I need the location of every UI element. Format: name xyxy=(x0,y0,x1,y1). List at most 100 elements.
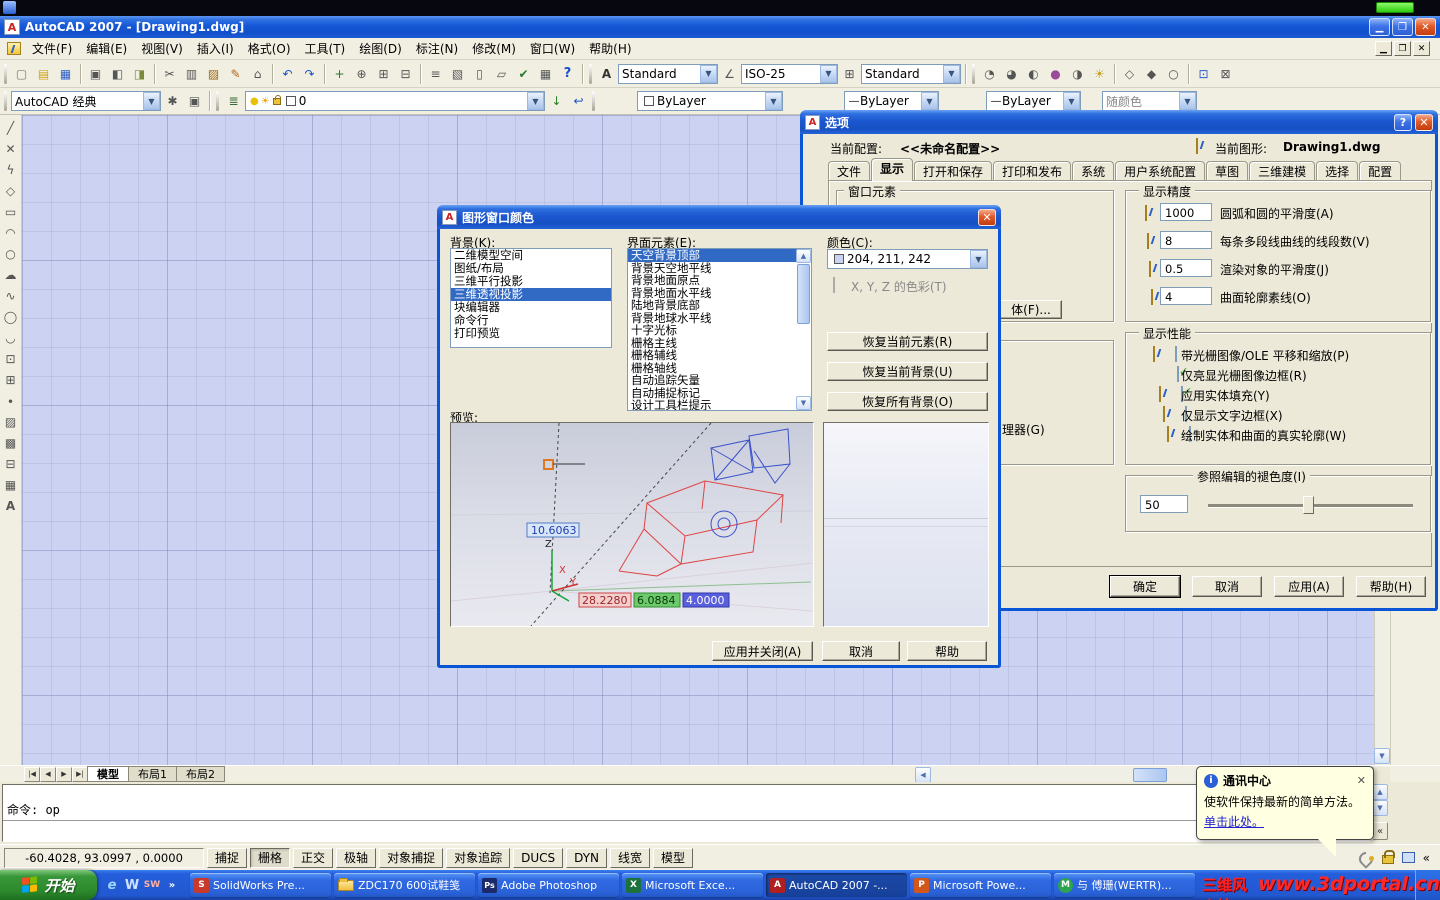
chevron-down-icon[interactable]: ▼ xyxy=(1179,92,1196,110)
status-collapse-icon[interactable]: « xyxy=(1423,851,1430,865)
colors-cancel-button[interactable]: 取消 xyxy=(822,641,900,661)
quick-calc-icon[interactable]: ▦ xyxy=(535,63,556,84)
gradient-icon[interactable]: ▩ xyxy=(1,432,21,453)
ie-quick-launch-icon[interactable]: e xyxy=(103,876,121,894)
color-value-combo[interactable]: 204, 211, 242 ▼ xyxy=(827,249,988,269)
materials-icon[interactable]: ◇ xyxy=(1119,63,1140,84)
tab-profiles[interactable]: 配置 xyxy=(1359,161,1402,181)
motion-path-icon[interactable]: ○ xyxy=(1163,63,1184,84)
command-scroll-up-icon[interactable]: ▲ xyxy=(1372,784,1388,800)
plot-preview-icon[interactable]: ◧ xyxy=(107,63,128,84)
mdi-close-button[interactable]: ✕ xyxy=(1413,41,1430,56)
restore-context-button[interactable]: 恢复当前背景(U) xyxy=(827,362,988,381)
chevron-down-icon[interactable]: ▼ xyxy=(970,250,987,268)
tab-3d-modeling[interactable]: 三维建模 xyxy=(1249,161,1316,181)
scroll-down-icon[interactable]: ▼ xyxy=(1374,748,1390,764)
restore-button[interactable]: ❐ xyxy=(1392,18,1413,36)
rendered-smoothness-input[interactable]: 0.5 xyxy=(1160,259,1212,277)
line-icon[interactable]: ╱ xyxy=(1,117,21,138)
task-excel[interactable]: X Microsoft Exce... xyxy=(622,873,763,897)
list-item[interactable]: 设计工具栏提示 xyxy=(628,399,797,410)
linetype-combo[interactable]: ― ByLayer ▼ xyxy=(844,91,939,111)
lights-icon[interactable]: ☀ xyxy=(1089,63,1110,84)
dim-style-icon[interactable]: ∠ xyxy=(719,63,740,84)
menu-draw[interactable]: 绘图(D) xyxy=(352,37,409,60)
toolbar-grip[interactable] xyxy=(4,91,7,111)
list-item[interactable]: 自动追踪矢量 xyxy=(628,374,797,387)
workspace-settings-icon[interactable]: ✱ xyxy=(162,91,183,112)
layer-combo[interactable]: ● ☀ 0 ▼ xyxy=(245,91,545,111)
minimize-button[interactable]: ▁ xyxy=(1369,18,1390,36)
options-help-icon[interactable]: ? xyxy=(1394,113,1412,131)
task-photoshop[interactable]: Ps Adobe Photoshop xyxy=(478,873,619,897)
polygon-icon[interactable]: ◇ xyxy=(1,180,21,201)
list-item[interactable]: 背景地面原点 xyxy=(628,274,797,287)
design-center-icon[interactable]: ▧ xyxy=(447,63,468,84)
multiline-text-icon[interactable]: A xyxy=(1,495,21,516)
zoom-window-icon[interactable]: ⊞ xyxy=(373,63,394,84)
sheet-set-manager-icon[interactable]: ▱ xyxy=(491,63,512,84)
tab-layout1[interactable]: 布局1 xyxy=(128,766,177,782)
copy-icon[interactable]: ▥ xyxy=(181,63,202,84)
chevron-down-icon[interactable]: ▼ xyxy=(527,92,544,110)
communication-center-icon[interactable] xyxy=(1358,851,1374,865)
plot-icon[interactable]: ▣ xyxy=(85,63,106,84)
redo-icon[interactable]: ↷ xyxy=(299,63,320,84)
command-input-line[interactable] xyxy=(3,821,1369,841)
construction-line-icon[interactable]: ✕ xyxy=(1,138,21,159)
quick-launch-overflow-icon[interactable]: » xyxy=(163,876,181,894)
element-scroll-up-icon[interactable]: ▲ xyxy=(796,249,811,263)
help-icon[interactable]: ? xyxy=(557,63,578,84)
zoom-realtime-icon[interactable]: ⊕ xyxy=(351,63,372,84)
toggle-osnap[interactable]: 对象捕捉 xyxy=(379,847,444,868)
balloon-close-icon[interactable]: ✕ xyxy=(1357,774,1366,787)
make-object-layer-current-icon[interactable]: ↓ xyxy=(546,91,567,112)
restore-element-button[interactable]: 恢复当前元素(R) xyxy=(827,332,988,351)
fonts-button[interactable]: 体(F)... xyxy=(1000,300,1062,319)
toggle-otrack[interactable]: 对象追踪 xyxy=(446,847,511,868)
spline-icon[interactable]: ∿ xyxy=(1,285,21,306)
layer-color-swatch[interactable] xyxy=(285,96,296,106)
polyline-segments-input[interactable]: 8 xyxy=(1160,231,1212,249)
menu-dimension[interactable]: 标注(N) xyxy=(409,37,465,60)
xref-fade-slider-thumb[interactable] xyxy=(1303,496,1314,514)
make-block-icon[interactable]: ⊞ xyxy=(1,369,21,390)
xyz-tint-checkbox[interactable] xyxy=(833,277,835,293)
table-icon[interactable]: ▦ xyxy=(1,474,21,495)
tab-plot-publish[interactable]: 打印和发布 xyxy=(993,161,1072,181)
chevron-down-icon[interactable]: ▼ xyxy=(765,92,782,110)
camera-icon[interactable]: ◐ xyxy=(1023,63,1044,84)
text-style-icon[interactable]: A xyxy=(596,63,617,84)
layer-on-bulb-icon[interactable]: ● xyxy=(250,96,259,107)
lineweight-combo[interactable]: ― ByLayer ▼ xyxy=(986,91,1081,111)
text-style-combo[interactable]: Standard ▼ xyxy=(618,63,718,84)
apply-close-button[interactable]: 应用并关闭(A) xyxy=(712,641,813,661)
menu-help[interactable]: 帮助(H) xyxy=(582,37,638,60)
xref-icon[interactable]: ⊠ xyxy=(1215,63,1236,84)
menu-modify[interactable]: 修改(M) xyxy=(465,37,523,60)
balloon-link[interactable]: 单击此处。 xyxy=(1204,813,1366,830)
restore-all-button[interactable]: 恢复所有背景(O) xyxy=(827,392,988,411)
options-dialog-titlebar[interactable]: A 选项 ? ✕ xyxy=(800,110,1438,134)
cut-icon[interactable]: ✂ xyxy=(159,63,180,84)
prev-tab-icon[interactable]: ◀ xyxy=(40,766,56,782)
tab-files[interactable]: 文件 xyxy=(828,161,871,181)
menu-view[interactable]: 视图(V) xyxy=(134,37,190,60)
help-button[interactable]: 帮助(H) xyxy=(1356,576,1426,597)
clean-screen-icon[interactable] xyxy=(1401,852,1415,863)
pan-icon[interactable]: + xyxy=(329,63,350,84)
pan-zoom-raster-checkbox[interactable] xyxy=(1175,346,1177,362)
revision-cloud-icon[interactable]: ☁ xyxy=(1,264,21,285)
zoom-previous-icon[interactable]: ⊟ xyxy=(395,63,416,84)
element-list[interactable]: 天空背景顶部 背景天空地平线 背景地面原点 背景地面水平线 陆地背景底部 背景地… xyxy=(627,248,812,411)
tab-system[interactable]: 系统 xyxy=(1072,161,1115,181)
table-style-icon[interactable]: ⊞ xyxy=(839,63,860,84)
properties-palette-icon[interactable]: ≡ xyxy=(425,63,446,84)
dwf-attach-icon[interactable]: ⊡ xyxy=(1193,63,1214,84)
toggle-dyn[interactable]: DYN xyxy=(566,847,608,868)
new-file-icon[interactable]: ▢ xyxy=(11,63,32,84)
toggle-model-space[interactable]: 模型 xyxy=(653,847,694,868)
first-tab-icon[interactable]: |◀ xyxy=(24,766,40,782)
task-folder[interactable]: ZDC170 600试鞋笺 xyxy=(334,873,475,897)
layer-manager-icon[interactable]: ≣ xyxy=(223,91,244,112)
